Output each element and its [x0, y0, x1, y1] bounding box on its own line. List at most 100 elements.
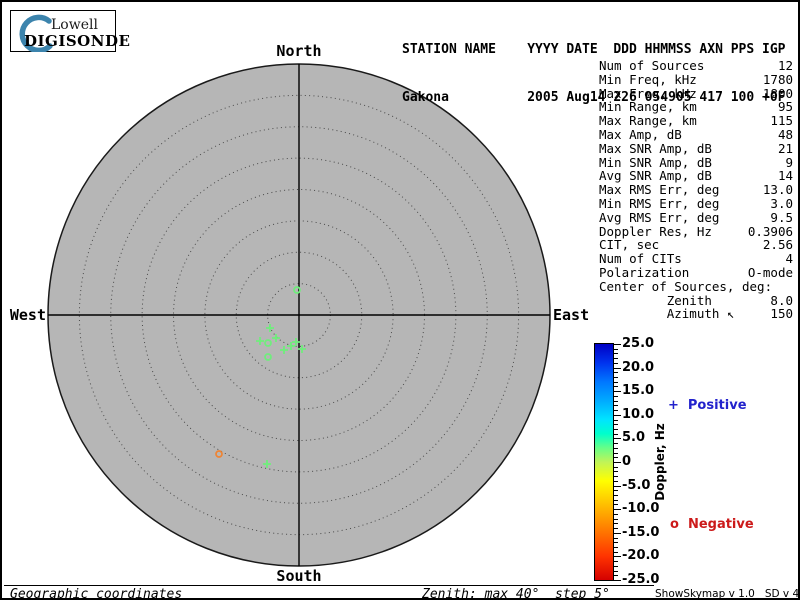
colorbar-tick-label: -20.0	[622, 548, 659, 563]
lowell-digisonde-logo: Lowell DIGISONDE	[10, 10, 116, 52]
stat-value: 21	[778, 142, 793, 156]
compass-west-label: West	[4, 306, 46, 324]
colorbar-tick	[614, 486, 621, 487]
colorbar-tick	[614, 429, 618, 430]
coordinates-mode-label: Geographic coordinates	[10, 587, 182, 600]
colorbar-tick	[614, 552, 618, 553]
stat-value: 1800	[763, 87, 793, 101]
stat-label: Max Amp, dB	[599, 128, 682, 142]
stat-value: 13.0	[763, 183, 793, 197]
stat-value: 14	[778, 169, 793, 183]
stat-value: 0.3906	[748, 225, 793, 239]
colorbar-tick	[614, 457, 618, 458]
colorbar-tick	[614, 372, 618, 373]
colorbar-tick-label: 0	[622, 454, 631, 469]
stat-value: O-mode	[748, 266, 793, 280]
positive-legend: + Positive	[668, 398, 747, 413]
negative-legend-label: Negative	[688, 517, 754, 532]
stat-label: Doppler Res, Hz	[599, 225, 712, 239]
colorbar-tick	[614, 490, 618, 491]
stat-row: Center of Sources, deg:	[599, 280, 793, 294]
colorbar-tick	[614, 363, 618, 364]
colorbar-tick	[614, 377, 618, 378]
colorbar-tick	[614, 349, 618, 350]
stat-value: 9	[785, 156, 793, 170]
stat-row: Min RMS Err, deg 3.0	[599, 197, 793, 211]
showskymap-window: Lowell DIGISONDE STATION NAME YYYY DATE …	[0, 0, 800, 600]
stat-row: Max SNR Amp, dB 21	[599, 142, 793, 156]
stat-value: 48	[778, 128, 793, 142]
stat-label: Max RMS Err, deg	[599, 183, 719, 197]
colorbar-tick-label: 10.0	[622, 407, 654, 422]
stat-row: Max Freq, kHz 1800	[599, 87, 793, 101]
stat-label: CIT, sec	[599, 238, 659, 252]
plus-symbol-icon: +	[668, 398, 679, 413]
colorbar-tick	[614, 368, 621, 369]
stat-row: Max Range, km115	[599, 114, 793, 128]
colorbar-axis-title: Doppler, Hz	[653, 417, 667, 507]
colorbar-tick	[614, 561, 618, 562]
colorbar-tick	[614, 405, 618, 406]
stat-row: Doppler Res, Hz 0.3906	[599, 225, 793, 239]
positive-legend-label: Positive	[688, 398, 747, 413]
stat-row: Avg SNR Amp, dB 14	[599, 169, 793, 183]
colorbar-tick	[614, 443, 618, 444]
colorbar-tick	[614, 453, 618, 454]
stat-label: Avg SNR Amp, dB	[599, 169, 712, 183]
colorbar-tick	[614, 514, 618, 515]
colorbar-tick	[614, 566, 618, 567]
colorbar-tick	[614, 481, 618, 482]
doppler-colorbar-ticks	[614, 344, 622, 580]
stat-label: Max Freq, kHz	[599, 87, 697, 101]
colorbar-tick	[614, 401, 618, 402]
logo-text-digisonde: DIGISONDE	[24, 32, 130, 50]
colorbar-tick	[614, 410, 618, 411]
stat-label: Avg RMS Err, deg	[599, 211, 719, 225]
colorbar-tick	[614, 528, 618, 529]
negative-legend: o Negative	[670, 517, 754, 532]
colorbar-tick	[614, 386, 618, 387]
stat-label: Min Range, km	[599, 100, 697, 114]
stat-row: CIT, sec2.56	[599, 238, 793, 252]
colorbar-tick	[614, 438, 621, 439]
stat-value: 9.5	[770, 211, 793, 225]
colorbar-tick	[614, 538, 618, 539]
colorbar-tick	[614, 467, 618, 468]
colorbar-tick	[614, 391, 621, 392]
stat-value: 12	[778, 59, 793, 73]
stat-label: Min RMS Err, deg	[599, 197, 719, 211]
stat-row: Min SNR Amp, dB9	[599, 156, 793, 170]
stat-row: Azimuth ↖150	[599, 307, 793, 321]
compass-south-label: South	[259, 567, 339, 585]
stat-row: Max Amp, dB 48	[599, 128, 793, 142]
compass-north-label: North	[259, 42, 339, 60]
colorbar-tick	[614, 580, 621, 581]
colorbar-tick	[614, 542, 618, 543]
colorbar-tick	[614, 353, 618, 354]
colorbar-tick-label: 15.0	[622, 383, 654, 398]
stat-row: Max RMS Err, deg 13.0	[599, 183, 793, 197]
stat-value: 95	[778, 100, 793, 114]
colorbar-tick	[614, 424, 618, 425]
footer-divider	[4, 585, 654, 586]
colorbar-tick-label: 5.0	[622, 430, 645, 445]
colorbar-tick	[614, 519, 618, 520]
stat-label: Center of Sources, deg:	[599, 280, 772, 294]
stats-panel: Num of Sources12Min Freq, kHz1780Max Fre…	[599, 59, 793, 321]
colorbar-tick	[614, 471, 618, 472]
stat-label: Max Range, km	[599, 114, 697, 128]
stat-label: Max SNR Amp, dB	[599, 142, 712, 156]
colorbar-tick-label: 25.0	[622, 336, 654, 351]
stat-value: 3.0	[770, 197, 793, 211]
colorbar-tick	[614, 462, 621, 463]
colorbar-tick	[614, 448, 618, 449]
colorbar-tick	[614, 420, 618, 421]
colorbar-tick	[614, 358, 618, 359]
colorbar-tick	[614, 382, 618, 383]
circle-symbol-icon: o	[670, 517, 679, 532]
stat-row: Zenith8.0	[599, 294, 793, 308]
stat-row: Avg RMS Err, deg 9.5	[599, 211, 793, 225]
version-label: ShowSkymap v 1.0 SD v 4.2	[655, 588, 800, 600]
stat-label: Min Freq, kHz	[599, 73, 697, 87]
colorbar-tick	[614, 500, 618, 501]
